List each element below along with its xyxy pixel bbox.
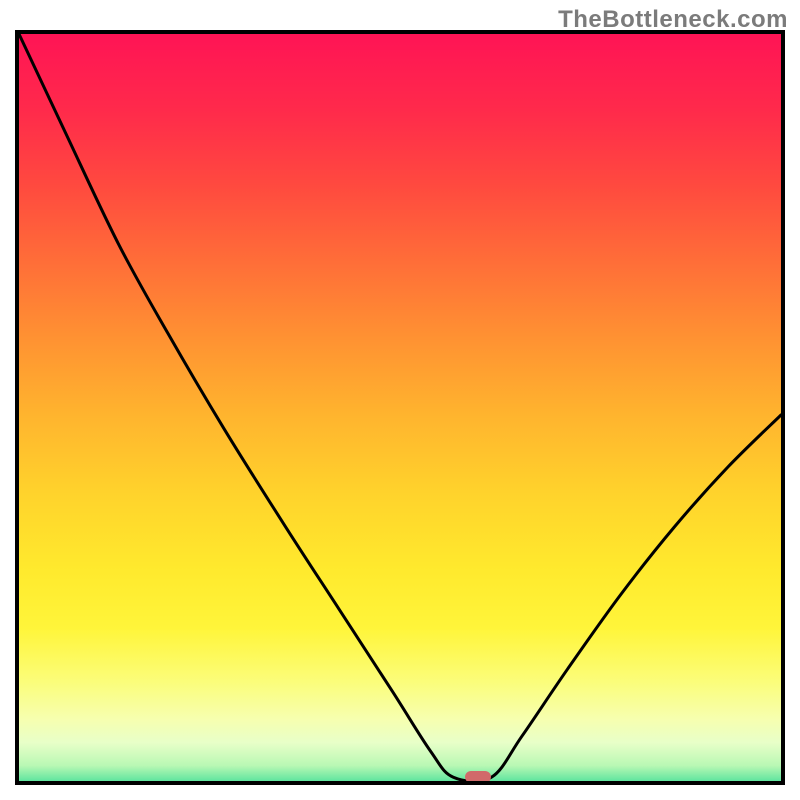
- optimal-marker: [465, 771, 491, 783]
- chart-container: TheBottleneck.com: [0, 0, 800, 800]
- watermark-text: TheBottleneck.com: [558, 6, 788, 34]
- plot-area: [15, 30, 785, 785]
- bottleneck-curve: [19, 34, 781, 781]
